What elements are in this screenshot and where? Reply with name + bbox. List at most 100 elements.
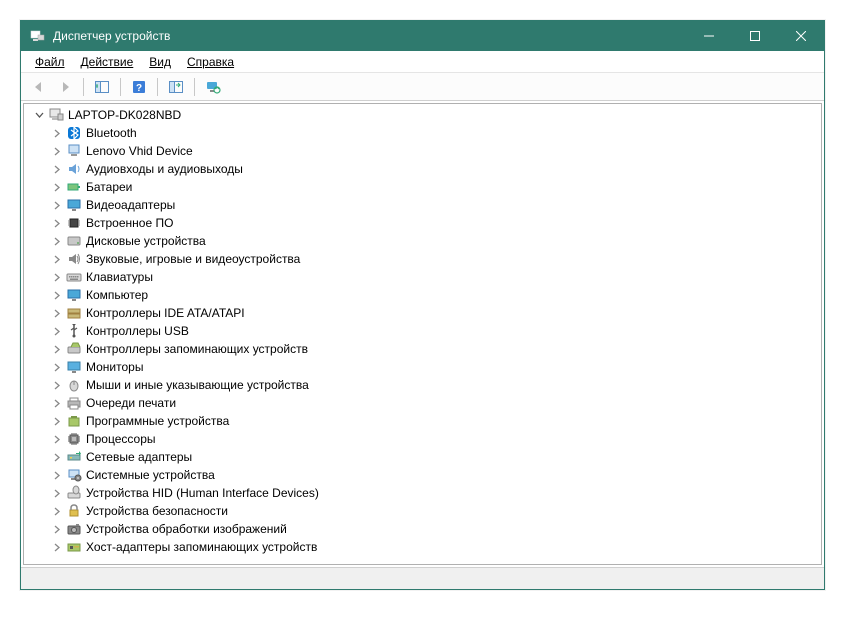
tree-item[interactable]: Мыши и иные указывающие устройства <box>28 376 821 394</box>
tree-item[interactable]: Устройства обработки изображений <box>28 520 821 538</box>
battery-icon <box>66 179 82 195</box>
tree-item-label: Устройства HID (Human Interface Devices) <box>86 486 319 500</box>
tree-item[interactable]: Встроенное ПО <box>28 214 821 232</box>
display-icon <box>66 197 82 213</box>
titlebar: Диспетчер устройств <box>21 21 824 51</box>
chevron-right-icon[interactable] <box>50 180 64 194</box>
tree-item-label: Мыши и иные указывающие устройства <box>86 378 309 392</box>
tree-item[interactable]: Компьютер <box>28 286 821 304</box>
device-tree-pane[interactable]: LAPTOP-DK028NBD Bluetooth Lenovo Vhid Dev… <box>23 103 822 565</box>
maximize-button[interactable] <box>732 21 778 51</box>
tree-item[interactable]: Системные устройства <box>28 466 821 484</box>
chevron-right-icon[interactable] <box>50 144 64 158</box>
tree-item[interactable]: Устройства HID (Human Interface Devices) <box>28 484 821 502</box>
tree-root-label: LAPTOP-DK028NBD <box>68 108 181 122</box>
chevron-right-icon[interactable] <box>50 288 64 302</box>
update-driver-button[interactable] <box>201 76 225 98</box>
device-tree: LAPTOP-DK028NBD Bluetooth Lenovo Vhid Dev… <box>24 104 821 558</box>
tree-root[interactable]: LAPTOP-DK028NBD <box>28 106 821 124</box>
tree-item[interactable]: Дисковые устройства <box>28 232 821 250</box>
chevron-right-icon[interactable] <box>50 540 64 554</box>
chevron-right-icon[interactable] <box>50 252 64 266</box>
chevron-right-icon[interactable] <box>50 216 64 230</box>
minimize-button[interactable] <box>686 21 732 51</box>
tree-item[interactable]: Контроллеры USB <box>28 322 821 340</box>
tree-item[interactable]: Хост-адаптеры запоминающих устройств <box>28 538 821 556</box>
chevron-right-icon[interactable] <box>50 396 64 410</box>
tree-item-label: Батареи <box>86 180 132 194</box>
storage-icon <box>66 341 82 357</box>
chevron-right-icon[interactable] <box>50 522 64 536</box>
tree-item-label: Системные устройства <box>86 468 215 482</box>
chevron-right-icon[interactable] <box>50 234 64 248</box>
tree-item-label: Bluetooth <box>86 126 137 140</box>
show-hide-tree-button[interactable] <box>90 76 114 98</box>
chevron-right-icon[interactable] <box>50 486 64 500</box>
firmware-icon <box>66 215 82 231</box>
toolbar-separator <box>83 78 84 96</box>
close-button[interactable] <box>778 21 824 51</box>
tree-item-label: Контроллеры IDE ATA/ATAPI <box>86 306 245 320</box>
tree-item[interactable]: Устройства безопасности <box>28 502 821 520</box>
chevron-right-icon[interactable] <box>50 324 64 338</box>
chevron-right-icon[interactable] <box>50 450 64 464</box>
bluetooth-icon <box>66 125 82 141</box>
back-button[interactable] <box>27 76 51 98</box>
ide-icon <box>66 305 82 321</box>
chevron-right-icon[interactable] <box>50 270 64 284</box>
tree-item-label: Клавиатуры <box>86 270 153 284</box>
toolbar-separator <box>194 78 195 96</box>
tree-item[interactable]: Очереди печати <box>28 394 821 412</box>
scan-hardware-button[interactable] <box>164 76 188 98</box>
menu-help[interactable]: Справка <box>179 53 242 71</box>
tree-item[interactable]: Контроллеры запоминающих устройств <box>28 340 821 358</box>
mouse-icon <box>66 377 82 393</box>
tree-item-label: Компьютер <box>86 288 148 302</box>
chevron-right-icon[interactable] <box>50 414 64 428</box>
statusbar <box>21 567 824 589</box>
window-title: Диспетчер устройств <box>53 29 686 43</box>
chevron-right-icon[interactable] <box>50 468 64 482</box>
chevron-right-icon[interactable] <box>50 162 64 176</box>
menubar: Файл Действие Вид Справка <box>21 51 824 73</box>
tree-item[interactable]: Контроллеры IDE ATA/ATAPI <box>28 304 821 322</box>
security-icon <box>66 503 82 519</box>
tree-item[interactable]: Клавиатуры <box>28 268 821 286</box>
tree-item[interactable]: Мониторы <box>28 358 821 376</box>
tree-item-label: Процессоры <box>86 432 156 446</box>
chevron-right-icon[interactable] <box>50 126 64 140</box>
menu-view[interactable]: Вид <box>141 53 179 71</box>
forward-button[interactable] <box>53 76 77 98</box>
chevron-right-icon[interactable] <box>50 504 64 518</box>
tree-item-label: Звуковые, игровые и видеоустройства <box>86 252 300 266</box>
chevron-right-icon[interactable] <box>50 306 64 320</box>
tree-item[interactable]: Звуковые, игровые и видеоустройства <box>28 250 821 268</box>
tree-item[interactable]: Lenovo Vhid Device <box>28 142 821 160</box>
menu-file[interactable]: Файл <box>27 53 73 71</box>
chevron-right-icon[interactable] <box>50 378 64 392</box>
tree-item-label: Контроллеры запоминающих устройств <box>86 342 308 356</box>
tree-item[interactable]: Сетевые адаптеры <box>28 448 821 466</box>
svg-text:?: ? <box>136 83 142 94</box>
tree-item[interactable]: Bluetooth <box>28 124 821 142</box>
network-icon <box>66 449 82 465</box>
tree-item[interactable]: Программные устройства <box>28 412 821 430</box>
system-icon <box>66 467 82 483</box>
chevron-right-icon[interactable] <box>50 432 64 446</box>
tree-item-label: Устройства обработки изображений <box>86 522 287 536</box>
help-button[interactable]: ? <box>127 76 151 98</box>
tree-item[interactable]: Батареи <box>28 178 821 196</box>
tree-item[interactable]: Аудиовходы и аудиовыходы <box>28 160 821 178</box>
tree-item[interactable]: Процессоры <box>28 430 821 448</box>
menu-action[interactable]: Действие <box>73 53 142 71</box>
chevron-right-icon[interactable] <box>50 360 64 374</box>
hostadapter-icon <box>66 539 82 555</box>
tree-item[interactable]: Видеоадаптеры <box>28 196 821 214</box>
chevron-down-icon[interactable] <box>32 108 46 122</box>
usb-icon <box>66 323 82 339</box>
imaging-icon <box>66 521 82 537</box>
monitor-icon <box>66 359 82 375</box>
chevron-right-icon[interactable] <box>50 342 64 356</box>
computer-icon <box>66 287 82 303</box>
chevron-right-icon[interactable] <box>50 198 64 212</box>
